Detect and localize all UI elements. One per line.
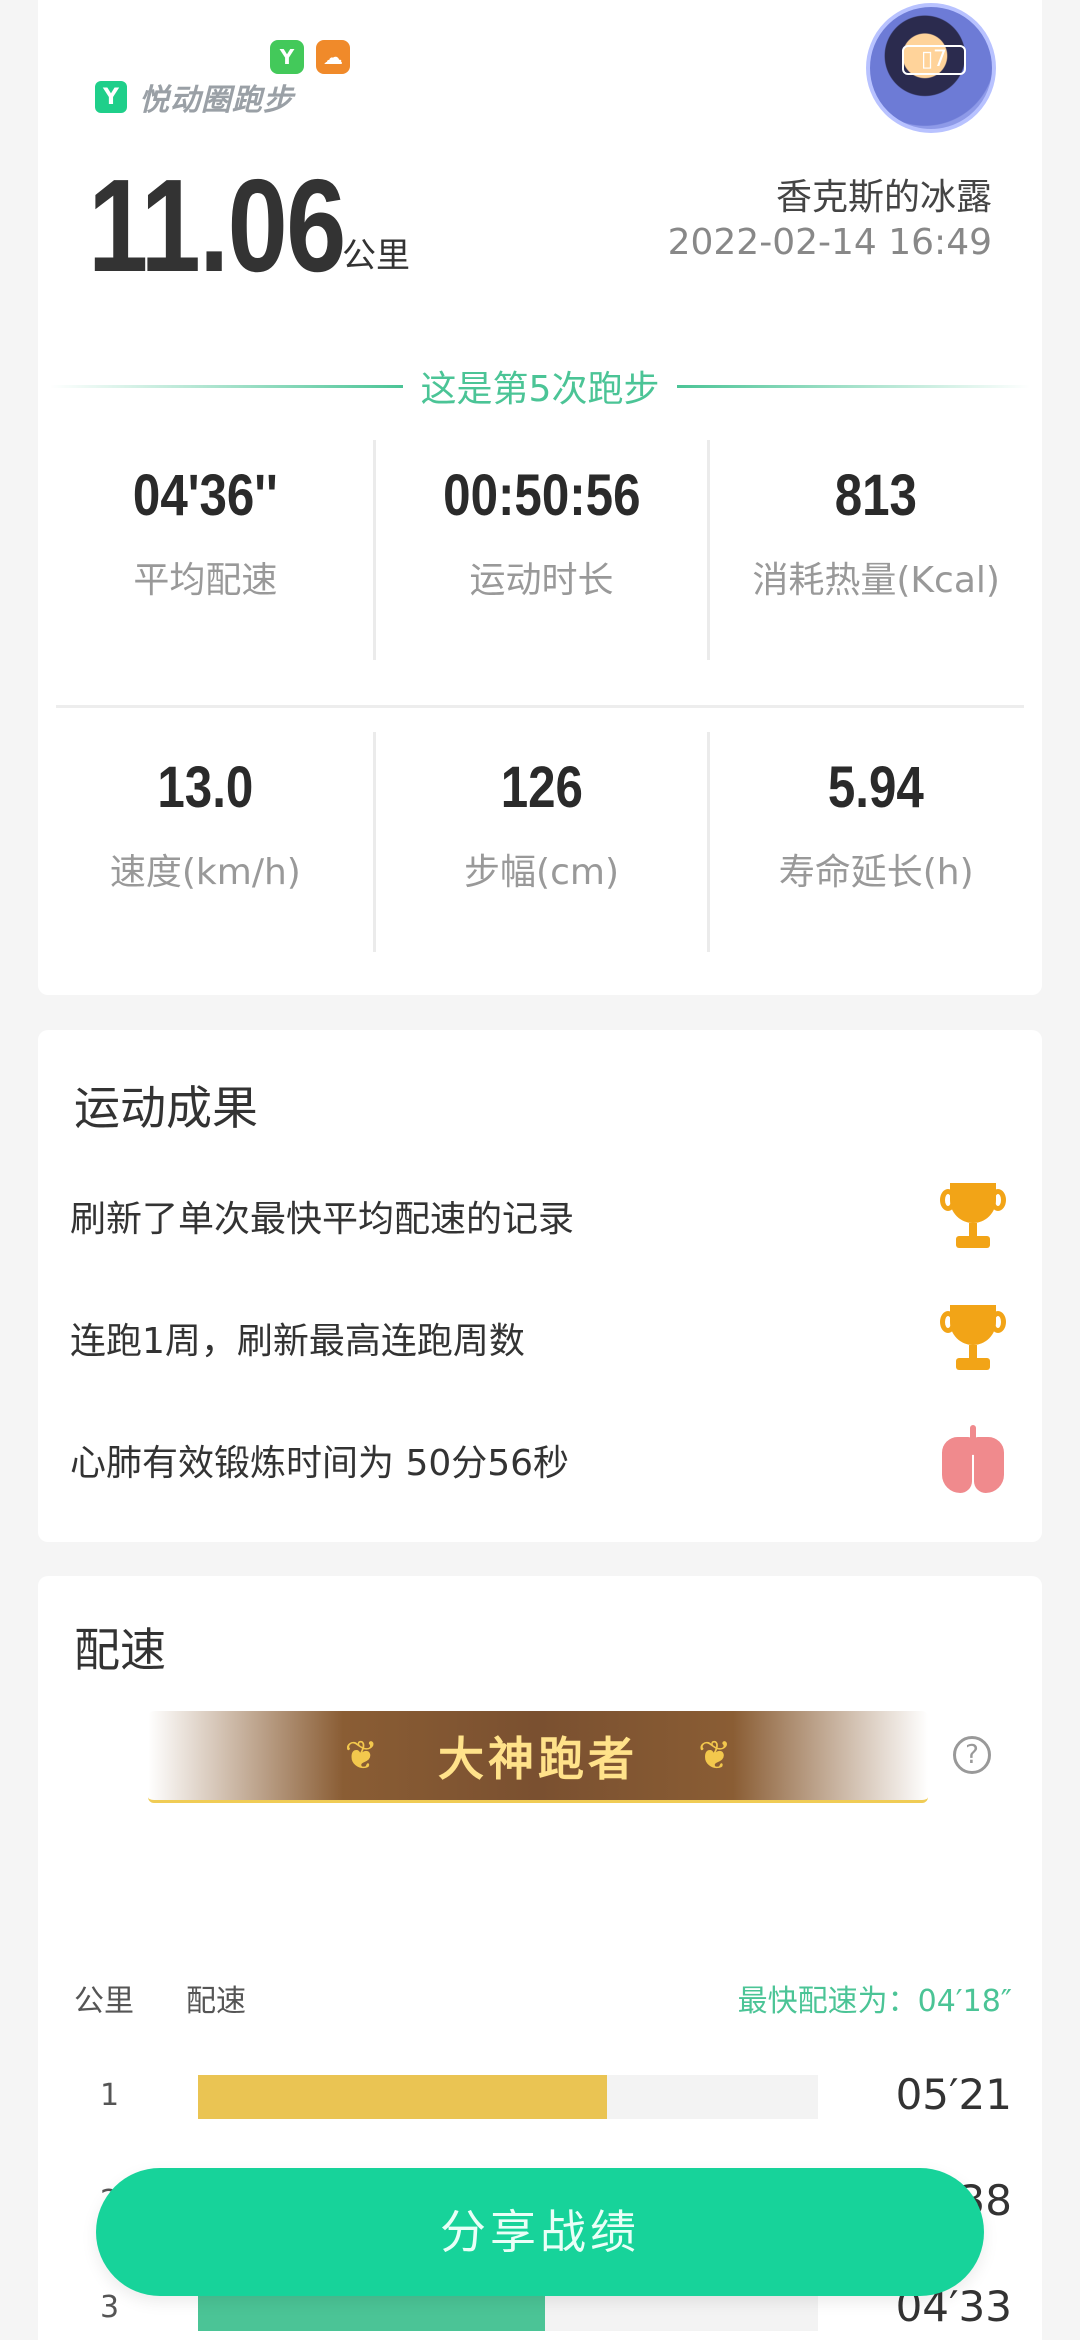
run-count-divider: 这是第5次跑步 <box>50 360 1030 412</box>
distance-value: 11.06 <box>88 152 346 299</box>
stat-duration: 00:50:56 运动时长 <box>372 440 708 660</box>
stat-calories: 813 消耗热量(Kcal) <box>707 440 1042 660</box>
achievement-item: 刷新了单次最快平均配速的记录 <box>70 1176 1006 1256</box>
divider-line-left <box>50 384 403 388</box>
pace-bar-track <box>198 2075 818 2119</box>
stat-speed: 13.0 速度(km/h) <box>38 732 373 952</box>
divider-line-right <box>677 384 1030 388</box>
pace-title: 配速 <box>74 1623 166 1677</box>
pace-col-km: 公里 <box>74 1984 134 2019</box>
pace-row: 1 05′21 <box>38 2066 1042 2126</box>
app-name: 悦动圈跑步 <box>139 83 294 118</box>
app-logo: Y 悦动圈跑步 <box>95 75 294 119</box>
fastest-pace-text: 最快配速为：04′18″ <box>737 1984 1012 2019</box>
achievement-text: 连跑1周，刷新最高连跑周数 <box>70 1321 525 1362</box>
stat-value: 04'36'' <box>132 463 278 528</box>
stat-label: 寿命延长(h) <box>778 852 974 893</box>
yuedong-logo-icon: Y <box>95 81 127 113</box>
stat-label: 运动时长 <box>469 560 614 601</box>
pace-value: 05′21 <box>895 2070 1012 2119</box>
stat-label: 消耗热量(Kcal) <box>752 560 1000 601</box>
stat-value: 126 <box>500 755 583 820</box>
run-datetime: 2022-02-14 16:49 <box>667 222 992 263</box>
run-count-text: 这是第5次跑步 <box>420 369 660 410</box>
trophy-icon <box>940 1181 1006 1251</box>
stat-label: 速度(km/h) <box>109 852 301 893</box>
wheat-icon: ❦ <box>344 1732 378 1779</box>
achievement-item: 心肺有效锻炼时间为 50分56秒 <box>70 1420 1006 1500</box>
stat-life-extension: 5.94 寿命延长(h) <box>707 732 1042 952</box>
stat-value: 13.0 <box>157 755 254 820</box>
user-name: 香克斯的冰露 <box>775 177 992 218</box>
wheat-icon: ❦ <box>698 1732 732 1779</box>
pace-km: 3 <box>100 2290 120 2325</box>
app-badges: Y ☁ <box>270 40 350 74</box>
lungs-icon <box>940 1425 1006 1495</box>
stat-label: 平均配速 <box>133 560 278 601</box>
stat-stride: 126 步幅(cm) <box>372 732 708 952</box>
stats-separator <box>56 705 1024 708</box>
stat-avg-pace: 04'36'' 平均配速 <box>38 440 373 660</box>
stat-value: 00:50:56 <box>442 463 641 528</box>
achievement-text: 心肺有效锻炼时间为 50分56秒 <box>70 1443 570 1484</box>
avatar-badge: ▯7 <box>902 45 966 75</box>
stat-value: 5.94 <box>828 755 925 820</box>
pace-km: 1 <box>100 2078 120 2113</box>
share-results-button[interactable]: 分享战绩 <box>96 2168 984 2296</box>
stats-row-2: 13.0 速度(km/h) 126 步幅(cm) 5.94 寿命延长(h) <box>38 732 1042 952</box>
trophy-icon <box>940 1303 1006 1373</box>
pace-col-pace: 配速 <box>186 1984 246 2019</box>
yuedong-icon: Y <box>270 40 304 74</box>
uc-browser-icon: ☁ <box>316 40 350 74</box>
achievement-item: 连跑1周，刷新最高连跑周数 <box>70 1298 1006 1378</box>
distance-unit: 公里 <box>342 236 410 276</box>
pace-bar <box>198 2075 608 2119</box>
stat-label: 步幅(cm) <box>464 852 619 893</box>
stat-value: 813 <box>835 463 918 528</box>
achievements-card: 运动成果 刷新了单次最快平均配速的记录 连跑1周，刷新最高连跑周数 心肺有效锻炼… <box>38 1030 1042 1542</box>
runner-level-banner: ❦ 大神跑者 ❦ <box>148 1711 928 1803</box>
help-icon[interactable]: ? <box>953 1736 991 1774</box>
stats-row-1: 04'36'' 平均配速 00:50:56 运动时长 813 消耗热量(Kcal… <box>38 440 1042 660</box>
runner-level-text: 大神跑者 <box>438 1731 638 1786</box>
achievements-title: 运动成果 <box>74 1081 258 1135</box>
achievement-text: 刷新了单次最快平均配速的记录 <box>70 1199 575 1240</box>
